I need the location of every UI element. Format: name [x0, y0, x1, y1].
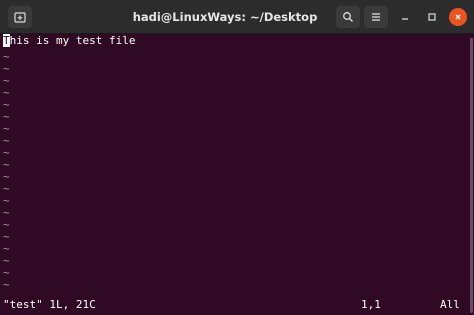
menu-button[interactable] — [364, 6, 388, 28]
terminal-content[interactable]: This is my test file ~ ~ ~ ~ ~ ~ ~ ~ ~ ~… — [0, 34, 474, 315]
file-line-1: This is my test file — [3, 34, 136, 47]
window-title: hadi@LinuxWays: ~/Desktop — [132, 10, 318, 24]
new-tab-icon — [14, 12, 26, 23]
scrollbar[interactable] — [469, 34, 474, 315]
maximize-button[interactable] — [423, 8, 441, 26]
scrollbar-thumb[interactable] — [470, 38, 473, 313]
vim-status-line: "test" 1L, 21C 1,1 All — [3, 299, 471, 311]
title-bar: hadi@LinuxWays: ~/Desktop — [0, 0, 474, 34]
text-cursor: T — [3, 34, 10, 47]
status-cursor-position: 1,1 — [361, 298, 381, 311]
search-icon — [343, 12, 353, 22]
minimize-button[interactable] — [396, 8, 414, 26]
status-scroll-indicator: All — [440, 298, 460, 311]
terminal-window: hadi@LinuxWays: ~/Desktop This is my tes… — [0, 0, 474, 315]
search-button[interactable] — [336, 6, 360, 28]
empty-line-marker: ~ — [3, 278, 10, 291]
hamburger-menu-icon — [372, 13, 380, 21]
maximize-icon — [428, 13, 436, 21]
close-button[interactable] — [449, 8, 467, 26]
new-tab-button[interactable] — [8, 6, 32, 28]
status-file-info: "test" 1L, 21C — [3, 298, 96, 311]
close-icon — [455, 14, 461, 20]
minimize-icon — [402, 18, 408, 20]
file-line-text: his is my test file — [9, 34, 136, 47]
